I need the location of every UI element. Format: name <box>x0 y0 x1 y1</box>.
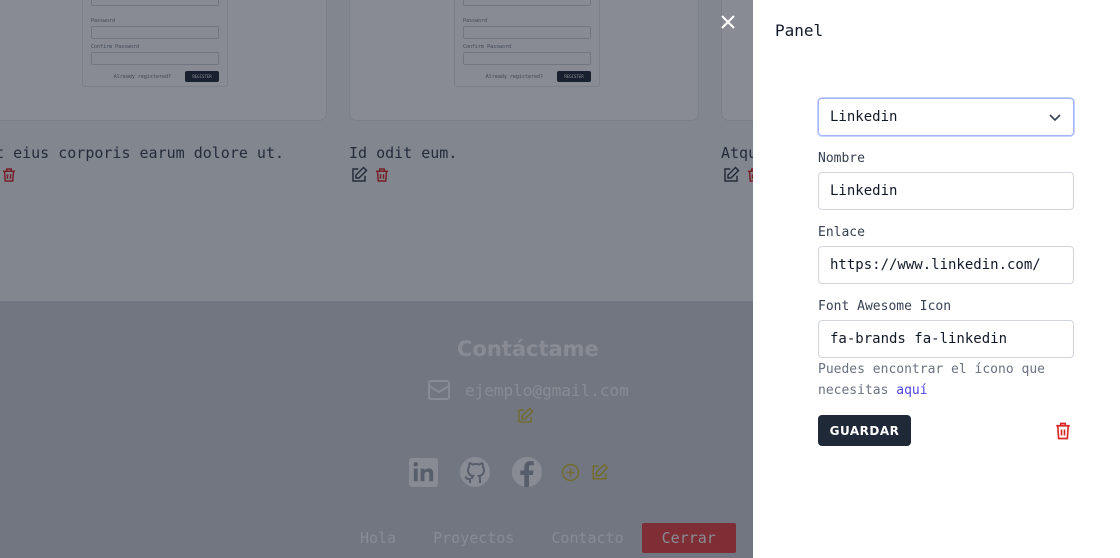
select-value: Linkedin <box>830 109 898 125</box>
trash-icon[interactable] <box>1054 421 1072 441</box>
close-icon[interactable] <box>718 12 738 32</box>
panel-title: Panel <box>775 21 824 40</box>
social-network-select[interactable]: Linkedin <box>818 98 1074 136</box>
save-button[interactable]: GUARDAR <box>818 415 911 446</box>
link-input[interactable] <box>818 246 1074 284</box>
icon-hint: Puedes encontrar el ícono que necesitas … <box>818 359 1048 401</box>
icon-label: Font Awesome Icon <box>818 299 952 314</box>
hint-text: Puedes encontrar el ícono que necesitas <box>818 362 1045 398</box>
chevron-down-icon <box>1049 114 1061 122</box>
name-input[interactable] <box>818 172 1074 210</box>
link-label: Enlace <box>818 225 865 240</box>
name-label: Nombre <box>818 151 865 166</box>
icon-input[interactable] <box>818 320 1074 358</box>
side-panel: Panel Linkedin Nombre Enlace Font Awesom… <box>753 0 1120 558</box>
icon-search-link[interactable]: aquí <box>896 383 927 398</box>
